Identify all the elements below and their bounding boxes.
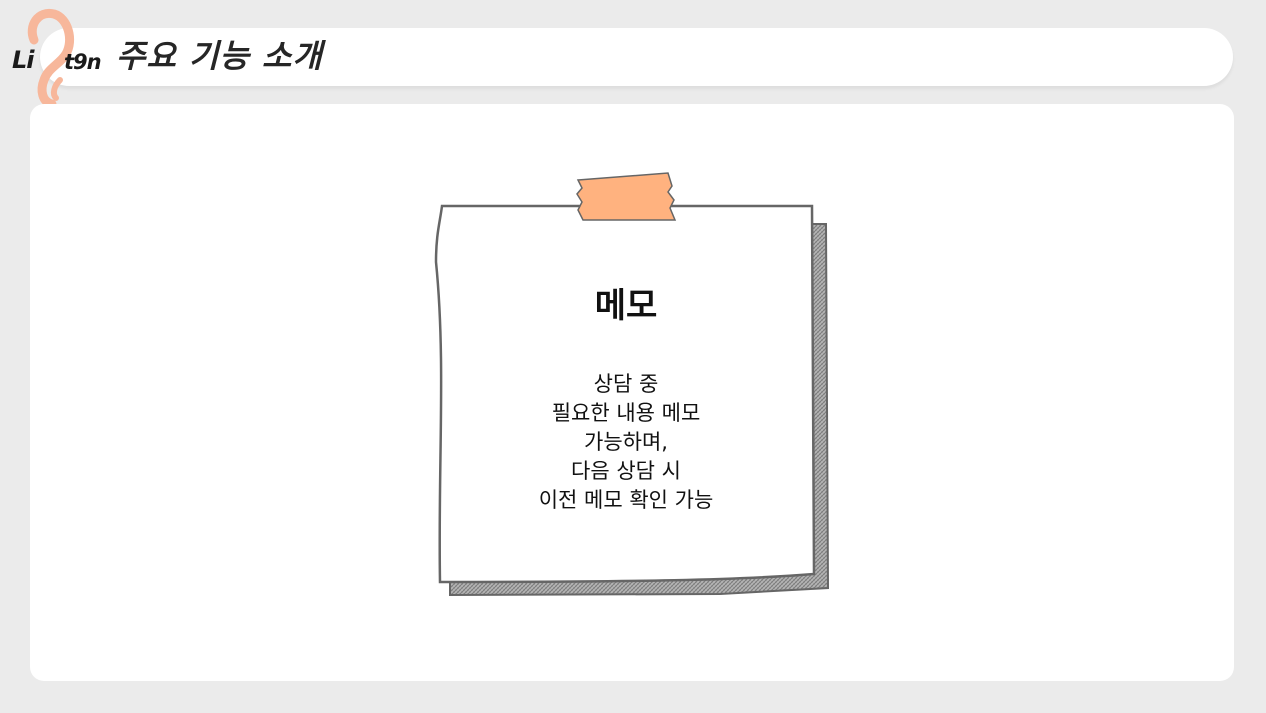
memo-body: 상담 중 필요한 내용 메모 가능하며, 다음 상담 시 이전 메모 확인 가능 <box>470 370 782 515</box>
memo-line: 이전 메모 확인 가능 <box>538 488 714 512</box>
memo-line: 가능하며, <box>584 430 668 454</box>
memo-line: 상담 중 <box>593 372 659 396</box>
logo-text-right: t9n <box>64 50 102 74</box>
memo-line: 필요한 내용 메모 <box>551 401 701 425</box>
logo-text-left: Li <box>12 46 35 74</box>
page-title: 주요 기능 소개 <box>116 37 323 75</box>
memo-title: 메모 <box>594 286 658 326</box>
tape-icon <box>576 172 677 221</box>
memo-line: 다음 상담 시 <box>571 459 681 483</box>
